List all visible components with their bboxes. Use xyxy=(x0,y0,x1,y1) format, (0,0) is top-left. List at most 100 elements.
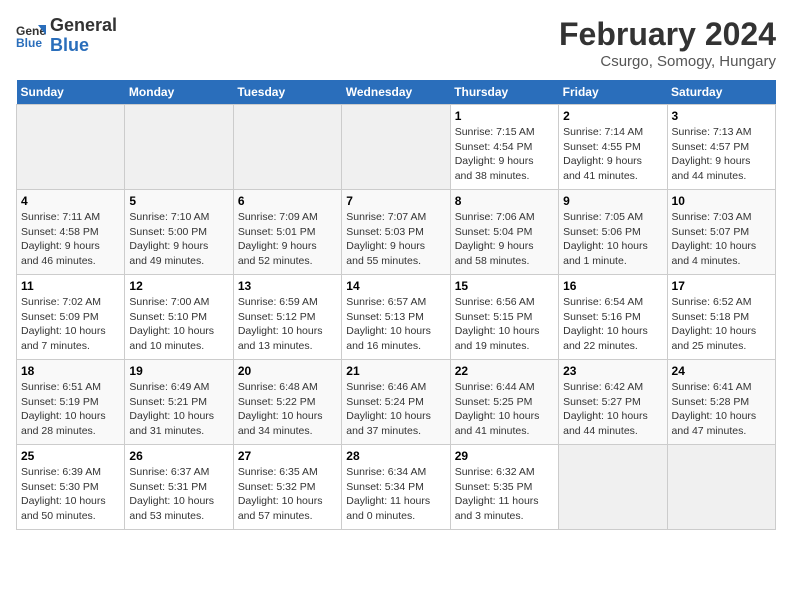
week-row-2: 4 Sunrise: 7:11 AM Sunset: 4:58 PM Daylig… xyxy=(17,190,776,275)
day-info: Sunrise: 6:59 AM Sunset: 5:12 PM Dayligh… xyxy=(238,295,337,354)
calendar-cell: 27 Sunrise: 6:35 AM Sunset: 5:32 PM Dayli… xyxy=(233,445,341,530)
page-header: General Blue General Blue February 2024 … xyxy=(16,16,776,70)
calendar-table: SundayMondayTuesdayWednesdayThursdayFrid… xyxy=(16,80,776,530)
calendar-cell xyxy=(17,105,125,190)
col-header-tuesday: Tuesday xyxy=(233,80,341,105)
week-row-1: 1 Sunrise: 7:15 AM Sunset: 4:54 PM Daylig… xyxy=(17,105,776,190)
day-info: Sunrise: 6:51 AM Sunset: 5:19 PM Dayligh… xyxy=(21,380,120,439)
calendar-cell: 16 Sunrise: 6:54 AM Sunset: 5:16 PM Dayli… xyxy=(559,275,667,360)
day-number: 27 xyxy=(238,449,337,463)
calendar-header-row: SundayMondayTuesdayWednesdayThursdayFrid… xyxy=(17,80,776,105)
day-info: Sunrise: 7:06 AM Sunset: 5:04 PM Dayligh… xyxy=(455,210,554,269)
day-number: 17 xyxy=(672,279,771,293)
day-number: 9 xyxy=(563,194,662,208)
day-number: 5 xyxy=(129,194,228,208)
calendar-cell: 29 Sunrise: 6:32 AM Sunset: 5:35 PM Dayli… xyxy=(450,445,558,530)
day-number: 13 xyxy=(238,279,337,293)
day-info: Sunrise: 6:35 AM Sunset: 5:32 PM Dayligh… xyxy=(238,465,337,524)
calendar-cell: 23 Sunrise: 6:42 AM Sunset: 5:27 PM Dayli… xyxy=(559,360,667,445)
calendar-cell: 20Sunrise: 6:48 AM Sunset: 5:22 PM Dayli… xyxy=(233,360,341,445)
day-info: Sunrise: 6:48 AM Sunset: 5:22 PM Dayligh… xyxy=(238,380,337,439)
col-header-monday: Monday xyxy=(125,80,233,105)
day-number: 12 xyxy=(129,279,228,293)
day-number: 28 xyxy=(346,449,445,463)
day-number: 22 xyxy=(455,364,554,378)
day-info: Sunrise: 7:14 AM Sunset: 4:55 PM Dayligh… xyxy=(563,125,662,184)
calendar-cell xyxy=(125,105,233,190)
day-info: Sunrise: 7:09 AM Sunset: 5:01 PM Dayligh… xyxy=(238,210,337,269)
day-info: Sunrise: 6:52 AM Sunset: 5:18 PM Dayligh… xyxy=(672,295,771,354)
calendar-cell: 17 Sunrise: 6:52 AM Sunset: 5:18 PM Dayli… xyxy=(667,275,775,360)
day-info: Sunrise: 6:37 AM Sunset: 5:31 PM Dayligh… xyxy=(129,465,228,524)
week-row-4: 18 Sunrise: 6:51 AM Sunset: 5:19 PM Dayli… xyxy=(17,360,776,445)
day-number: 15 xyxy=(455,279,554,293)
col-header-wednesday: Wednesday xyxy=(342,80,450,105)
day-number: 6 xyxy=(238,194,337,208)
day-info: Sunrise: 7:03 AM Sunset: 5:07 PM Dayligh… xyxy=(672,210,771,269)
calendar-cell: 25Sunrise: 6:39 AM Sunset: 5:30 PM Dayli… xyxy=(17,445,125,530)
day-number: 2 xyxy=(563,109,662,123)
day-info: Sunrise: 7:05 AM Sunset: 5:06 PM Dayligh… xyxy=(563,210,662,269)
calendar-cell: 3Sunrise: 7:13 AM Sunset: 4:57 PM Daylig… xyxy=(667,105,775,190)
calendar-cell: 8 Sunrise: 7:06 AM Sunset: 5:04 PM Daylig… xyxy=(450,190,558,275)
col-header-sunday: Sunday xyxy=(17,80,125,105)
day-number: 8 xyxy=(455,194,554,208)
calendar-cell: 10 Sunrise: 7:03 AM Sunset: 5:07 PM Dayli… xyxy=(667,190,775,275)
calendar-cell: 9 Sunrise: 7:05 AM Sunset: 5:06 PM Daylig… xyxy=(559,190,667,275)
calendar-cell: 22Sunrise: 6:44 AM Sunset: 5:25 PM Dayli… xyxy=(450,360,558,445)
calendar-cell: 2 Sunrise: 7:14 AM Sunset: 4:55 PM Daylig… xyxy=(559,105,667,190)
week-row-5: 25Sunrise: 6:39 AM Sunset: 5:30 PM Dayli… xyxy=(17,445,776,530)
calendar-cell: 1 Sunrise: 7:15 AM Sunset: 4:54 PM Daylig… xyxy=(450,105,558,190)
calendar-cell: 15Sunrise: 6:56 AM Sunset: 5:15 PM Dayli… xyxy=(450,275,558,360)
day-info: Sunrise: 7:02 AM Sunset: 5:09 PM Dayligh… xyxy=(21,295,120,354)
day-number: 18 xyxy=(21,364,120,378)
svg-text:Blue: Blue xyxy=(16,36,42,50)
col-header-thursday: Thursday xyxy=(450,80,558,105)
day-number: 24 xyxy=(672,364,771,378)
calendar-cell: 11 Sunrise: 7:02 AM Sunset: 5:09 PM Dayli… xyxy=(17,275,125,360)
week-row-3: 11 Sunrise: 7:02 AM Sunset: 5:09 PM Dayli… xyxy=(17,275,776,360)
day-info: Sunrise: 7:10 AM Sunset: 5:00 PM Dayligh… xyxy=(129,210,228,269)
logo-icon: General Blue xyxy=(16,21,46,51)
day-info: Sunrise: 6:34 AM Sunset: 5:34 PM Dayligh… xyxy=(346,465,445,524)
main-title: February 2024 xyxy=(559,16,776,53)
day-info: Sunrise: 6:49 AM Sunset: 5:21 PM Dayligh… xyxy=(129,380,228,439)
title-section: February 2024 Csurgo, Somogy, Hungary xyxy=(559,16,776,70)
day-info: Sunrise: 7:15 AM Sunset: 4:54 PM Dayligh… xyxy=(455,125,554,184)
day-number: 7 xyxy=(346,194,445,208)
day-info: Sunrise: 6:32 AM Sunset: 5:35 PM Dayligh… xyxy=(455,465,554,524)
calendar-cell: 12Sunrise: 7:00 AM Sunset: 5:10 PM Dayli… xyxy=(125,275,233,360)
day-info: Sunrise: 7:13 AM Sunset: 4:57 PM Dayligh… xyxy=(672,125,771,184)
day-number: 23 xyxy=(563,364,662,378)
day-info: Sunrise: 6:57 AM Sunset: 5:13 PM Dayligh… xyxy=(346,295,445,354)
day-number: 14 xyxy=(346,279,445,293)
calendar-cell: 26 Sunrise: 6:37 AM Sunset: 5:31 PM Dayli… xyxy=(125,445,233,530)
day-info: Sunrise: 6:46 AM Sunset: 5:24 PM Dayligh… xyxy=(346,380,445,439)
calendar-cell xyxy=(342,105,450,190)
calendar-cell: 19 Sunrise: 6:49 AM Sunset: 5:21 PM Dayli… xyxy=(125,360,233,445)
logo-text: General Blue xyxy=(50,16,117,56)
col-header-friday: Friday xyxy=(559,80,667,105)
calendar-cell xyxy=(559,445,667,530)
calendar-cell: 14 Sunrise: 6:57 AM Sunset: 5:13 PM Dayli… xyxy=(342,275,450,360)
day-number: 19 xyxy=(129,364,228,378)
day-number: 4 xyxy=(21,194,120,208)
calendar-cell: 28 Sunrise: 6:34 AM Sunset: 5:34 PM Dayli… xyxy=(342,445,450,530)
day-number: 10 xyxy=(672,194,771,208)
day-info: Sunrise: 7:07 AM Sunset: 5:03 PM Dayligh… xyxy=(346,210,445,269)
calendar-cell: 18 Sunrise: 6:51 AM Sunset: 5:19 PM Dayli… xyxy=(17,360,125,445)
day-number: 11 xyxy=(21,279,120,293)
day-info: Sunrise: 7:11 AM Sunset: 4:58 PM Dayligh… xyxy=(21,210,120,269)
day-number: 1 xyxy=(455,109,554,123)
calendar-cell: 4 Sunrise: 7:11 AM Sunset: 4:58 PM Daylig… xyxy=(17,190,125,275)
day-number: 29 xyxy=(455,449,554,463)
subtitle: Csurgo, Somogy, Hungary xyxy=(559,53,776,70)
day-number: 26 xyxy=(129,449,228,463)
calendar-cell: 7 Sunrise: 7:07 AM Sunset: 5:03 PM Daylig… xyxy=(342,190,450,275)
day-number: 16 xyxy=(563,279,662,293)
calendar-cell: 6 Sunrise: 7:09 AM Sunset: 5:01 PM Daylig… xyxy=(233,190,341,275)
day-info: Sunrise: 6:54 AM Sunset: 5:16 PM Dayligh… xyxy=(563,295,662,354)
logo: General Blue General Blue xyxy=(16,16,117,56)
day-info: Sunrise: 6:42 AM Sunset: 5:27 PM Dayligh… xyxy=(563,380,662,439)
calendar-cell: 13 Sunrise: 6:59 AM Sunset: 5:12 PM Dayli… xyxy=(233,275,341,360)
